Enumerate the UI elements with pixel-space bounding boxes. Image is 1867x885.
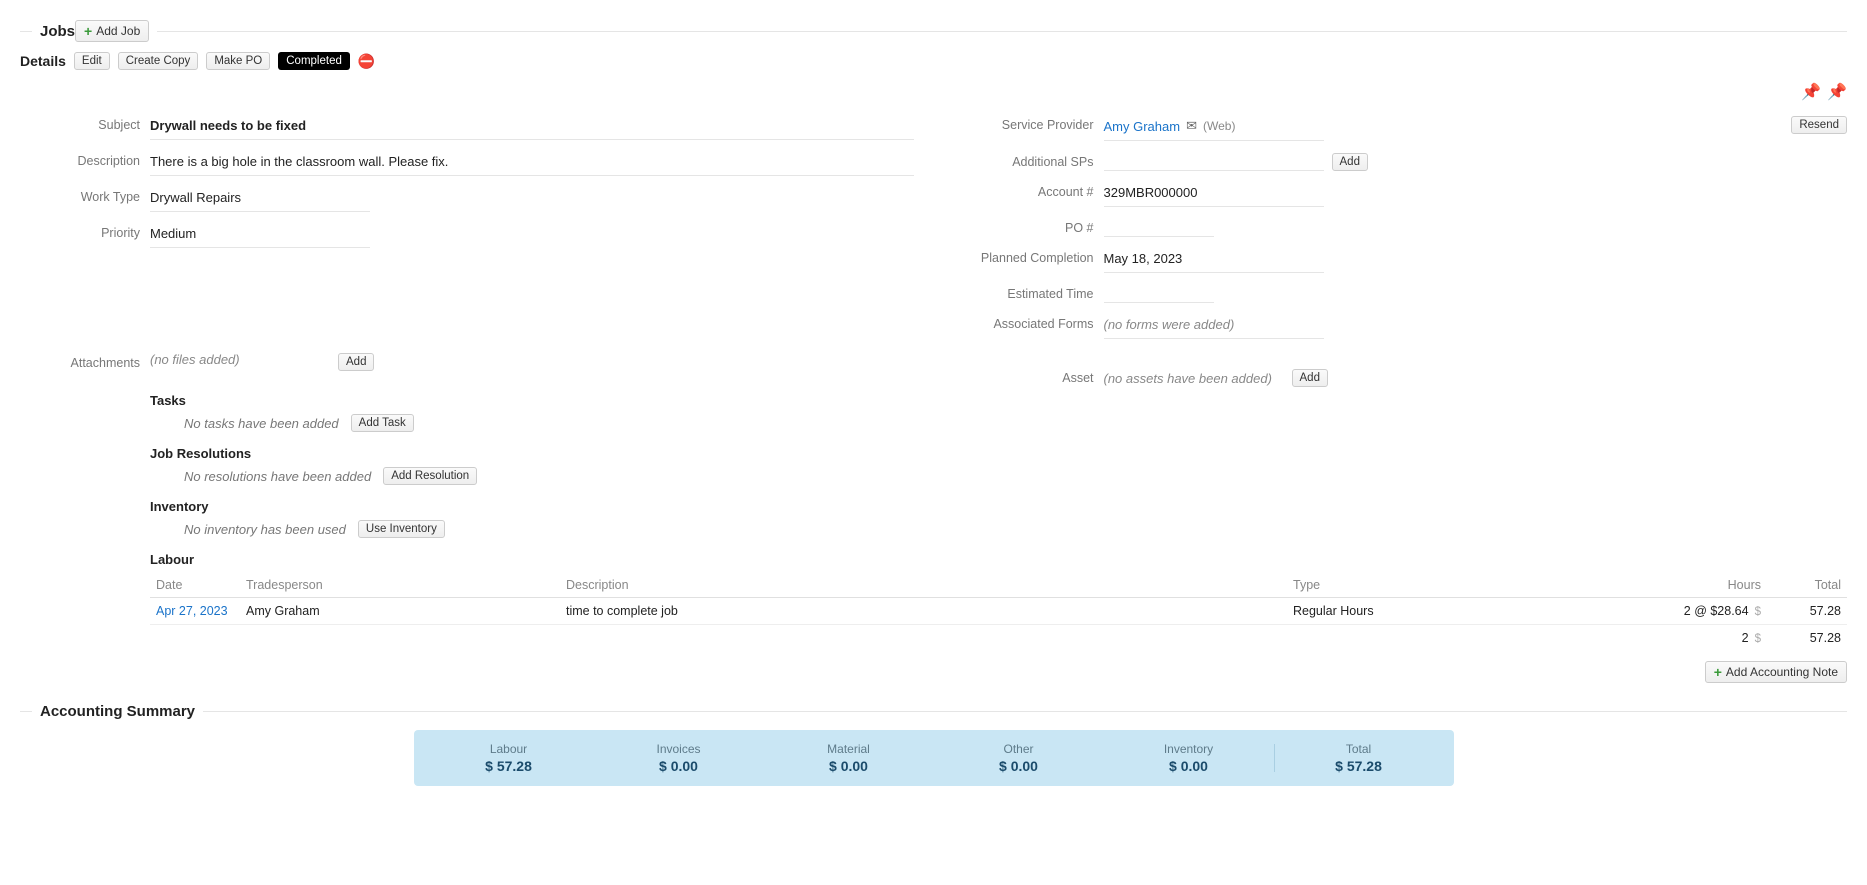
pin-light-icon[interactable]: 📌 bbox=[1827, 82, 1847, 102]
priority-value: Medium bbox=[150, 224, 370, 248]
description-label: Description bbox=[20, 152, 150, 168]
attachments-empty: (no files added) bbox=[150, 352, 240, 367]
account-value: 329MBR000000 bbox=[1104, 183, 1324, 207]
add-sp-button[interactable]: Add bbox=[1332, 153, 1368, 171]
sp-via: (Web) bbox=[1203, 119, 1235, 133]
plus-icon: + bbox=[84, 24, 92, 38]
labour-header: Labour bbox=[150, 552, 914, 567]
labour-date-link[interactable]: Apr 27, 2023 bbox=[156, 604, 228, 618]
addsp-label: Additional SPs bbox=[954, 153, 1104, 169]
labour-total-sum: 57.28 bbox=[1767, 625, 1847, 652]
th-total: Total bbox=[1767, 573, 1847, 598]
forms-label: Associated Forms bbox=[954, 315, 1104, 331]
tasks-empty: No tasks have been added bbox=[184, 416, 339, 431]
labour-description: time to complete job bbox=[560, 598, 1287, 625]
make-po-button[interactable]: Make PO bbox=[206, 52, 270, 70]
labour-hours: 2 @ $28.64 bbox=[1684, 604, 1749, 618]
priority-label: Priority bbox=[20, 224, 150, 240]
jobs-title: Jobs bbox=[40, 23, 75, 40]
status-badge: Completed bbox=[278, 52, 350, 70]
add-resolution-button[interactable]: Add Resolution bbox=[383, 467, 477, 485]
th-hours: Hours bbox=[1647, 573, 1767, 598]
asset-empty: (no assets have been added) bbox=[1104, 371, 1272, 386]
labour-total: 57.28 bbox=[1767, 598, 1847, 625]
description-value: There is a big hole in the classroom wal… bbox=[150, 152, 914, 176]
th-description: Description bbox=[560, 573, 1287, 598]
labour-type: Regular Hours bbox=[1287, 598, 1647, 625]
add-attachment-button[interactable]: Add bbox=[338, 353, 374, 371]
est-value bbox=[1104, 285, 1214, 303]
dollar-icon: $ bbox=[1755, 606, 1761, 618]
th-type: Type bbox=[1287, 573, 1647, 598]
resolutions-header: Job Resolutions bbox=[150, 446, 914, 461]
forms-empty: (no forms were added) bbox=[1104, 317, 1235, 332]
subject-value: Drywall needs to be fixed bbox=[150, 116, 914, 140]
worktype-value: Drywall Repairs bbox=[150, 188, 370, 212]
mail-icon[interactable]: ✉ bbox=[1186, 118, 1197, 134]
po-value bbox=[1104, 219, 1214, 237]
pin-dark-icon[interactable]: 📌 bbox=[1801, 82, 1821, 102]
sp-label: Service Provider bbox=[954, 116, 1104, 132]
right-column: Service Provider Amy Graham ✉ (Web) Rese… bbox=[954, 110, 1848, 573]
accounting-summary-panel: Labour $ 57.28 Invoices $ 0.00 Material … bbox=[414, 730, 1454, 786]
details-label: Details bbox=[20, 53, 66, 69]
attachments-label: Attachments bbox=[20, 354, 150, 370]
dollar-icon: $ bbox=[1755, 633, 1761, 645]
labour-total-row: 2 $ 57.28 bbox=[150, 625, 1847, 652]
edit-button[interactable]: Edit bbox=[74, 52, 110, 70]
add-asset-button[interactable]: Add bbox=[1292, 369, 1328, 387]
create-copy-button[interactable]: Create Copy bbox=[118, 52, 199, 70]
labour-tradesperson: Amy Graham bbox=[240, 598, 560, 625]
pin-icons: 📌 📌 bbox=[20, 78, 1847, 110]
accounting-header: Accounting Summary bbox=[20, 703, 1847, 720]
planned-value: May 18, 2023 bbox=[1104, 249, 1324, 273]
acct-inventory: Inventory $ 0.00 bbox=[1104, 742, 1274, 774]
po-label: PO # bbox=[954, 219, 1104, 235]
inventory-header: Inventory bbox=[150, 499, 914, 514]
resolutions-empty: No resolutions have been added bbox=[184, 469, 371, 484]
acct-total: Total $ 57.28 bbox=[1274, 742, 1444, 774]
est-label: Estimated Time bbox=[954, 285, 1104, 301]
resend-button[interactable]: Resend bbox=[1791, 116, 1847, 134]
table-row[interactable]: Apr 27, 2023 Amy Graham time to complete… bbox=[150, 598, 1847, 625]
acct-other: Other $ 0.00 bbox=[934, 742, 1104, 774]
acct-labour: Labour $ 57.28 bbox=[424, 742, 594, 774]
left-column: Subject Drywall needs to be fixed Descri… bbox=[20, 110, 914, 573]
jobs-header: Jobs + Add Job bbox=[20, 20, 1847, 42]
add-accounting-note-button[interactable]: + Add Accounting Note bbox=[1705, 661, 1847, 683]
add-accounting-note-label: Add Accounting Note bbox=[1726, 665, 1838, 679]
acct-invoices: Invoices $ 0.00 bbox=[594, 742, 764, 774]
labour-table: Date Tradesperson Description Type Hours… bbox=[150, 573, 1847, 651]
details-toolbar: Details Edit Create Copy Make PO Complet… bbox=[20, 52, 1847, 70]
planned-label: Planned Completion bbox=[954, 249, 1104, 265]
subject-label: Subject bbox=[20, 116, 150, 132]
inventory-empty: No inventory has been used bbox=[184, 522, 346, 537]
th-date: Date bbox=[150, 573, 240, 598]
alert-icon[interactable]: ⛔ bbox=[358, 53, 375, 70]
worktype-label: Work Type bbox=[20, 188, 150, 204]
add-task-button[interactable]: Add Task bbox=[351, 414, 414, 432]
add-job-label: Add Job bbox=[96, 24, 140, 38]
acct-material: Material $ 0.00 bbox=[764, 742, 934, 774]
th-tradesperson: Tradesperson bbox=[240, 573, 560, 598]
account-label: Account # bbox=[954, 183, 1104, 199]
tasks-header: Tasks bbox=[150, 393, 914, 408]
use-inventory-button[interactable]: Use Inventory bbox=[358, 520, 445, 538]
plus-icon: + bbox=[1714, 665, 1722, 679]
labour-hours-sum: 2 bbox=[1742, 631, 1749, 645]
addsp-value bbox=[1104, 153, 1324, 171]
accounting-title: Accounting Summary bbox=[40, 703, 195, 720]
sp-name-link[interactable]: Amy Graham bbox=[1104, 119, 1181, 134]
asset-label: Asset bbox=[954, 369, 1104, 385]
add-job-button[interactable]: + Add Job bbox=[75, 20, 149, 42]
